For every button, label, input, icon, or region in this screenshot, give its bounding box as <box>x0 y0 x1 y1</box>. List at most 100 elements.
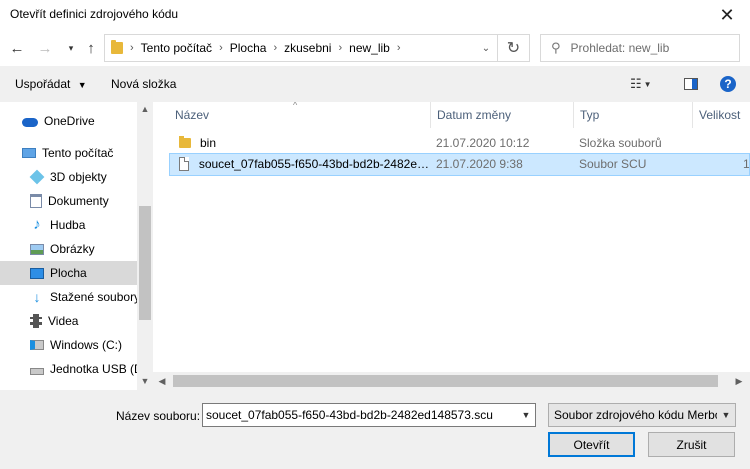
help-button[interactable]: ? <box>720 74 736 94</box>
navigation-bar: ← → ▾ ↑ › Tento počítač › Plocha › zkuse… <box>0 30 750 66</box>
sidebar-item-music[interactable]: ♪ Hudba <box>0 213 137 237</box>
help-icon: ? <box>720 76 736 92</box>
sidebar-item-label: Obrázky <box>50 242 95 256</box>
organize-button[interactable]: Uspořádat ▼ <box>15 77 87 91</box>
search-input[interactable]: ⚲ Prohledat: new_lib <box>540 34 740 62</box>
file-date: 21.07.2020 9:38 <box>436 157 523 171</box>
window-title: Otevřít definici zdrojového kódu <box>10 7 179 21</box>
sidebar-item-label: Dokumenty <box>48 194 109 208</box>
chevron-right-icon[interactable]: › <box>397 42 401 54</box>
file-name-cell: bin <box>179 133 429 153</box>
breadcrumb-this-pc[interactable]: Tento počítač <box>141 41 212 55</box>
filetype-value: Soubor zdrojového kódu Merbo <box>554 408 722 422</box>
scroll-up-arrow-icon[interactable]: ▲ <box>137 102 153 116</box>
sidebar-item-3d-objects[interactable]: 3D objekty <box>0 165 137 189</box>
chevron-right-icon[interactable]: › <box>219 42 223 54</box>
preview-pane-icon <box>684 78 698 90</box>
up-arrow-icon[interactable]: ↑ <box>82 38 100 58</box>
preview-pane-button[interactable] <box>684 74 698 94</box>
refresh-icon[interactable]: ↻ <box>498 34 530 62</box>
sidebar-item-onedrive[interactable]: OneDrive <box>0 109 137 133</box>
chevron-right-icon[interactable]: › <box>338 42 342 54</box>
breadcrumb-new-lib[interactable]: new_lib <box>349 41 390 55</box>
usb-drive-icon <box>30 367 44 375</box>
file-name: soucet_07fab055-f650-43bd-bd2b-2482e… <box>198 157 429 171</box>
filename-label: Název souboru: <box>116 409 201 423</box>
computer-icon <box>22 148 36 158</box>
column-header-date[interactable]: Datum změny <box>431 102 574 128</box>
chevron-down-icon[interactable]: ▼ <box>517 404 535 426</box>
organize-label: Uspořádat <box>15 77 71 91</box>
file-name: bin <box>200 136 217 150</box>
folder-icon <box>111 40 123 54</box>
column-header-size[interactable]: Velikost <box>693 102 750 128</box>
sidebar-item-label: Windows (C:) <box>50 338 123 352</box>
chevron-down-icon[interactable]: ⌄ <box>475 35 497 61</box>
file-size: 1 <box>743 157 750 171</box>
sidebar-item-label: Tento počítač <box>42 146 114 160</box>
search-icon: ⚲ <box>551 40 561 55</box>
forward-arrow-icon[interactable]: → <box>36 38 54 58</box>
cube-3d-icon <box>29 169 45 185</box>
music-note-icon: ♪ <box>33 216 41 233</box>
sidebar-item-this-pc[interactable]: Tento počítač <box>0 141 137 165</box>
sidebar-item-label: OneDrive <box>44 114 95 128</box>
sidebar-item-label: Plocha <box>50 266 87 280</box>
sidebar-scroll-thumb[interactable] <box>139 206 151 320</box>
breadcrumb-zkusebni[interactable]: zkusebni <box>284 41 331 55</box>
address-bar[interactable]: › Tento počítač › Plocha › zkusebni › ne… <box>104 34 498 62</box>
film-icon <box>30 314 42 328</box>
sidebar-item-label: Hudba <box>50 218 86 232</box>
chevron-down-icon[interactable]: ▼ <box>717 404 735 426</box>
command-bar: Uspořádat ▼ Nová složka ☷ ▼ ? <box>0 66 750 102</box>
sidebar-item-documents[interactable]: Dokumenty <box>0 189 137 213</box>
new-folder-button[interactable]: Nová složka <box>111 77 176 91</box>
sidebar-item-pictures[interactable]: Obrázky <box>0 237 137 261</box>
view-options-icon[interactable]: ☷ ▼ <box>630 74 652 94</box>
file-row-soucet[interactable]: soucet_07fab055-f650-43bd-bd2b-2482e… 21… <box>169 153 750 176</box>
chevron-down-icon: ▼ <box>77 80 87 90</box>
dialog-footer: Název souboru: soucet_07fab055-f650-43bd… <box>0 390 750 469</box>
chevron-right-icon[interactable]: › <box>273 42 277 54</box>
filename-value: soucet_07fab055-f650-43bd-bd2b-2482ed148… <box>206 408 493 422</box>
open-button[interactable]: Otevřít <box>548 432 635 457</box>
document-icon <box>179 157 189 171</box>
sidebar-scrollbar[interactable]: ▲ ▼ <box>137 102 153 390</box>
horizontal-scrollbar[interactable]: ◀ ▶ <box>153 372 750 390</box>
column-header-name[interactable]: Název <box>169 102 431 128</box>
filetype-select[interactable]: Soubor zdrojového kódu Merbo ▼ <box>548 403 736 427</box>
sidebar-item-label: Videa <box>48 314 79 328</box>
drive-windows-icon <box>30 340 44 350</box>
sidebar-item-label: 3D objekty <box>50 170 107 184</box>
file-row-bin[interactable]: bin 21.07.2020 10:12 Složka souborů <box>169 133 750 155</box>
navigation-pane: OneDrive Tento počítač 3D objekty Dokume… <box>0 102 153 390</box>
sidebar-item-usb-d[interactable]: Jednotka USB (D <box>0 357 143 381</box>
search-placeholder: Prohledat: new_lib <box>570 41 670 55</box>
scroll-right-arrow-icon[interactable]: ▶ <box>732 374 746 388</box>
chevron-right-icon[interactable]: › <box>130 42 134 54</box>
pictures-icon <box>30 243 44 255</box>
scroll-left-arrow-icon[interactable]: ◀ <box>155 374 169 388</box>
file-list: ^ Název Datum změny Typ Velikost bin 21.… <box>153 102 750 372</box>
sidebar-item-label: Jednotka USB (D <box>50 362 143 376</box>
column-header-type[interactable]: Typ <box>574 102 693 128</box>
cancel-button[interactable]: Zrušit <box>648 432 735 457</box>
sidebar-item-desktop[interactable]: Plocha <box>0 261 137 285</box>
filename-input[interactable]: soucet_07fab055-f650-43bd-bd2b-2482ed148… <box>202 403 536 427</box>
close-icon[interactable]: ✕ <box>712 3 742 27</box>
sidebar-item-downloads[interactable]: ↓ Stažené soubory <box>0 285 141 309</box>
cloud-icon <box>22 117 38 127</box>
breadcrumb-desktop[interactable]: Plocha <box>230 41 267 55</box>
download-arrow-icon: ↓ <box>33 289 41 305</box>
scroll-down-arrow-icon[interactable]: ▼ <box>137 374 153 388</box>
title-bar: Otevřít definici zdrojového kódu ✕ <box>0 0 750 30</box>
horizontal-scroll-thumb[interactable] <box>173 375 718 387</box>
sidebar-item-label: Stažené soubory <box>50 290 141 304</box>
back-arrow-icon[interactable]: ← <box>8 38 26 58</box>
recent-locations-chevron-icon[interactable]: ▾ <box>62 38 80 58</box>
sidebar-item-windows-c[interactable]: Windows (C:) <box>0 333 137 357</box>
desktop-icon <box>30 267 44 279</box>
sidebar-item-videos[interactable]: Videa <box>0 309 137 333</box>
file-type: Soubor SCU <box>579 157 647 171</box>
file-type: Složka souborů <box>579 136 662 150</box>
